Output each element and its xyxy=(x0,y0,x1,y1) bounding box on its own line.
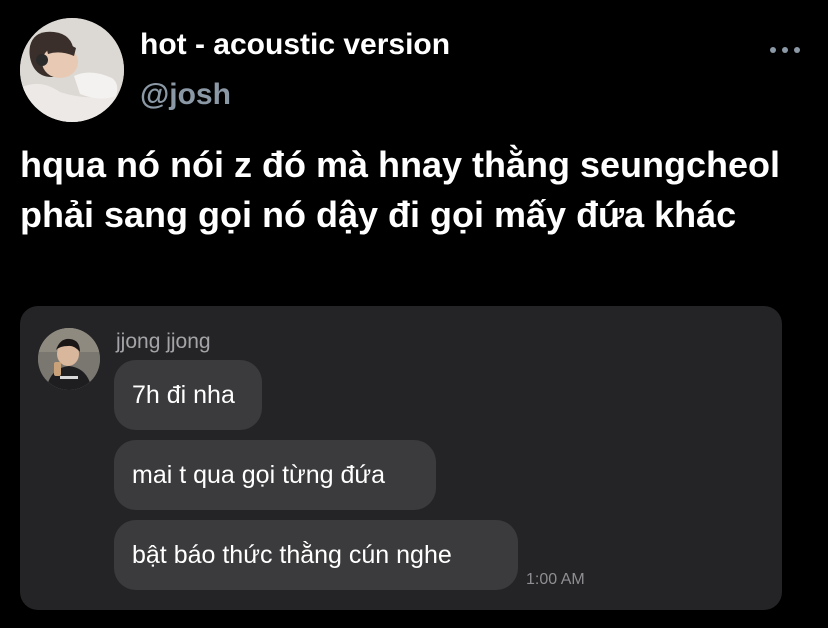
message-text: mai t qua gọi từng đứa xyxy=(132,460,386,489)
more-dot xyxy=(794,47,800,53)
profile-avatar[interactable] xyxy=(20,18,124,122)
profile-photo xyxy=(20,18,124,122)
message-bubble: mai t qua gọi từng đứa xyxy=(114,440,436,510)
message-text: 7h đi nha xyxy=(132,380,235,409)
sender-name: jjong jjong xyxy=(116,330,211,353)
more-dot xyxy=(782,47,788,53)
user-handle[interactable]: @josh xyxy=(140,78,231,112)
more-dot xyxy=(770,47,776,53)
chat-avatar xyxy=(38,328,100,390)
message-timestamp: 1:00 AM xyxy=(526,571,585,588)
more-horizontal-icon[interactable] xyxy=(770,42,800,58)
message-bubble: 7h đi nha xyxy=(114,360,262,430)
chat-avatar-photo xyxy=(38,328,100,390)
attached-screenshot[interactable]: jjong jjong 7h đi nha mai t qua gọi từng… xyxy=(20,306,782,610)
message-bubble: bật báo thức thằng cún nghe xyxy=(114,520,518,590)
tweet-text: hqua nó nói z đó mà hnay thằng seungcheo… xyxy=(20,144,781,235)
message-text: bật báo thức thằng cún nghe xyxy=(132,540,452,569)
tweet: hot - acoustic version @josh hqua nó nói… xyxy=(0,0,828,628)
display-name[interactable]: hot - acoustic version xyxy=(140,28,450,62)
